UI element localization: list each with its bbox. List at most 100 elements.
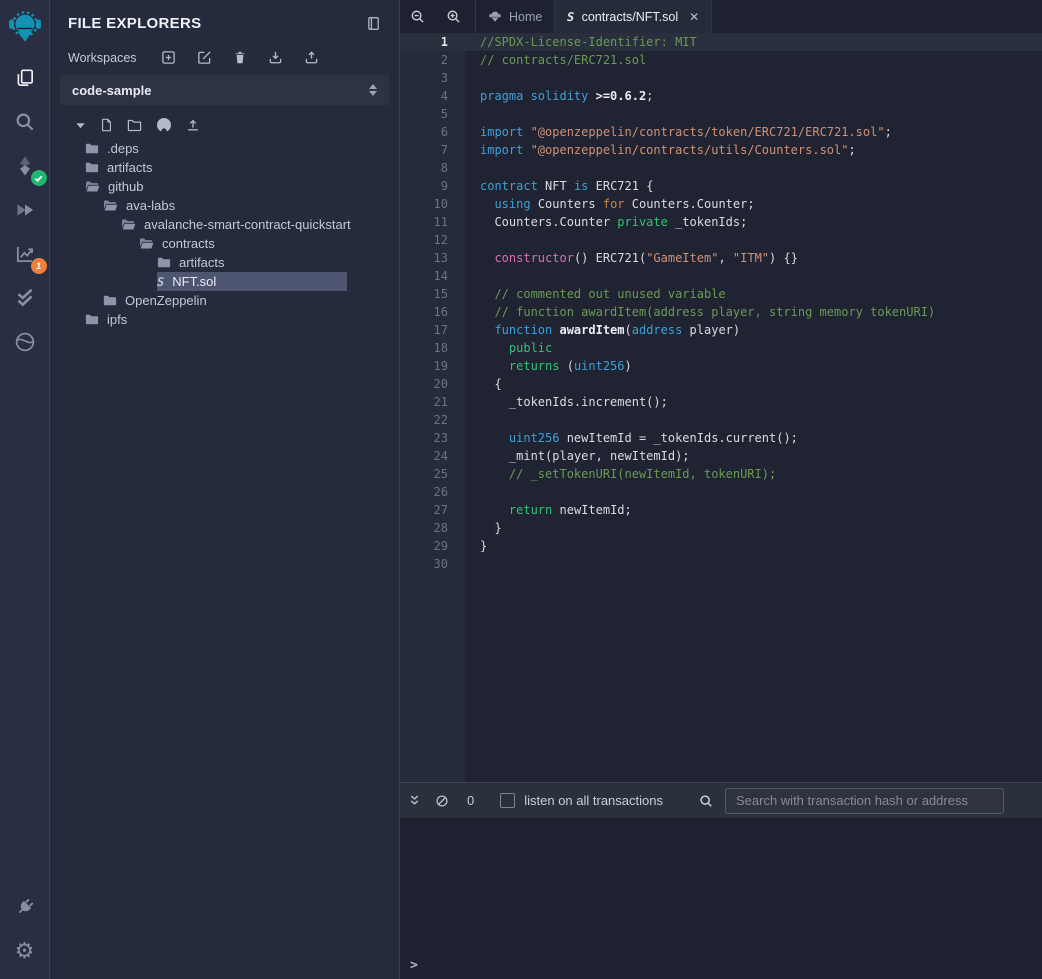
analytics-icon[interactable]: 1 [0,232,50,276]
tab-contracts-nft-sol[interactable]: Scontracts/NFT.sol✕ [554,0,712,33]
line-number[interactable]: 10 [400,195,465,213]
new-folder-icon[interactable] [127,118,142,132]
line-number[interactable]: 5 [400,105,465,123]
zoom-out-icon[interactable] [410,9,425,24]
line-number[interactable]: 21 [400,393,465,411]
line-number[interactable]: 6 [400,123,465,141]
clone-github-icon[interactable] [156,117,172,133]
line-number[interactable]: 9 [400,177,465,195]
search-icon[interactable] [0,100,50,144]
tree-item-contracts[interactable]: contracts [139,234,399,253]
code-line-21[interactable]: 21 _tokenIds.increment(); [400,393,1042,411]
new-file-icon[interactable] [100,118,113,132]
line-number[interactable]: 7 [400,141,465,159]
line-number[interactable]: 2 [400,51,465,69]
tree-item-ipfs[interactable]: ipfs [85,310,399,329]
code-line-6[interactable]: 6import "@openzeppelin/contracts/token/E… [400,123,1042,141]
tree-item-nft-sol[interactable]: SNFT.sol [157,272,347,291]
plugin-circle-icon[interactable] [0,320,50,364]
code-line-22[interactable]: 22 [400,411,1042,429]
code-line-9[interactable]: 9contract NFT is ERC721 { [400,177,1042,195]
close-tab-icon[interactable]: ✕ [689,11,699,23]
workspace-select[interactable]: code-sample [60,75,389,105]
line-number[interactable]: 25 [400,465,465,483]
line-number[interactable]: 26 [400,483,465,501]
restore-workspaces-icon[interactable] [304,50,319,65]
zoom-in-icon[interactable] [446,9,461,24]
delete-workspace-icon[interactable] [233,50,247,65]
code-line-1[interactable]: 1//SPDX-License-Identifier: MIT [400,33,1042,51]
code-line-27[interactable]: 27 return newItemId; [400,501,1042,519]
plugin-manager-icon[interactable] [0,885,50,929]
line-number[interactable]: 13 [400,249,465,267]
terminal-search-input[interactable] [725,788,1004,814]
unit-testing-icon[interactable] [0,276,50,320]
settings-icon[interactable]: ⚙ [0,929,50,973]
line-number[interactable]: 20 [400,375,465,393]
code-line-29[interactable]: 29} [400,537,1042,555]
code-editor[interactable]: 1//SPDX-License-Identifier: MIT2// contr… [400,33,1042,782]
line-number[interactable]: 30 [400,555,465,573]
code-line-26[interactable]: 26 [400,483,1042,501]
collapse-caret-icon[interactable] [75,120,86,131]
code-line-8[interactable]: 8 [400,159,1042,177]
code-line-7[interactable]: 7import "@openzeppelin/contracts/utils/C… [400,141,1042,159]
line-number[interactable]: 16 [400,303,465,321]
line-number[interactable]: 8 [400,159,465,177]
code-line-12[interactable]: 12 [400,231,1042,249]
listen-transactions-checkbox[interactable] [500,793,515,808]
code-line-20[interactable]: 20 { [400,375,1042,393]
line-number[interactable]: 22 [400,411,465,429]
file-explorer-icon[interactable] [0,56,50,100]
publish-upload-icon[interactable] [186,118,200,132]
tree-item-avalanche-smart-contract-quickstart[interactable]: avalanche-smart-contract-quickstart [121,215,399,234]
docs-book-icon[interactable] [366,16,381,31]
terminal-output[interactable]: > [400,818,1042,979]
download-workspaces-icon[interactable] [268,50,283,65]
code-line-5[interactable]: 5 [400,105,1042,123]
tree-item-github[interactable]: github [85,177,399,196]
code-line-2[interactable]: 2// contracts/ERC721.sol [400,51,1042,69]
code-line-16[interactable]: 16 // function awardItem(address player,… [400,303,1042,321]
code-line-14[interactable]: 14 [400,267,1042,285]
tree-item-artifacts[interactable]: artifacts [157,253,399,272]
line-number[interactable]: 18 [400,339,465,357]
code-line-4[interactable]: 4pragma solidity >=0.6.2; [400,87,1042,105]
code-line-19[interactable]: 19 returns (uint256) [400,357,1042,375]
code-line-11[interactable]: 11 Counters.Counter private _tokenIds; [400,213,1042,231]
line-number[interactable]: 11 [400,213,465,231]
code-line-10[interactable]: 10 using Counters for Counters.Counter; [400,195,1042,213]
deploy-run-icon[interactable] [0,188,50,232]
line-number[interactable]: 15 [400,285,465,303]
tree-item-artifacts[interactable]: artifacts [85,158,399,177]
create-workspace-icon[interactable] [161,50,176,65]
line-number[interactable]: 12 [400,231,465,249]
tree-item-ava-labs[interactable]: ava-labs [103,196,399,215]
line-number[interactable]: 3 [400,69,465,87]
line-number[interactable]: 17 [400,321,465,339]
line-number[interactable]: 28 [400,519,465,537]
code-line-30[interactable]: 30 [400,555,1042,573]
rename-workspace-icon[interactable] [197,50,212,65]
line-number[interactable]: 29 [400,537,465,555]
line-number[interactable]: 27 [400,501,465,519]
code-line-24[interactable]: 24 _mint(player, newItemId); [400,447,1042,465]
line-number[interactable]: 24 [400,447,465,465]
code-line-18[interactable]: 18 public [400,339,1042,357]
line-number[interactable]: 4 [400,87,465,105]
tree-item--deps[interactable]: .deps [85,139,399,158]
clear-console-icon[interactable] [435,794,449,808]
line-number[interactable]: 1 [400,33,465,51]
tab-home[interactable]: Home [475,0,554,33]
code-line-25[interactable]: 25 // _setTokenURI(newItemId, tokenURI); [400,465,1042,483]
code-line-28[interactable]: 28 } [400,519,1042,537]
code-line-15[interactable]: 15 // commented out unused variable [400,285,1042,303]
line-number[interactable]: 19 [400,357,465,375]
expand-terminal-icon[interactable] [408,794,421,807]
code-line-13[interactable]: 13 constructor() ERC721("GameItem", "ITM… [400,249,1042,267]
code-line-23[interactable]: 23 uint256 newItemId = _tokenIds.current… [400,429,1042,447]
tree-item-openzeppelin[interactable]: OpenZeppelin [103,291,399,310]
solidity-compiler-icon[interactable] [0,144,50,188]
line-number[interactable]: 23 [400,429,465,447]
code-line-3[interactable]: 3 [400,69,1042,87]
